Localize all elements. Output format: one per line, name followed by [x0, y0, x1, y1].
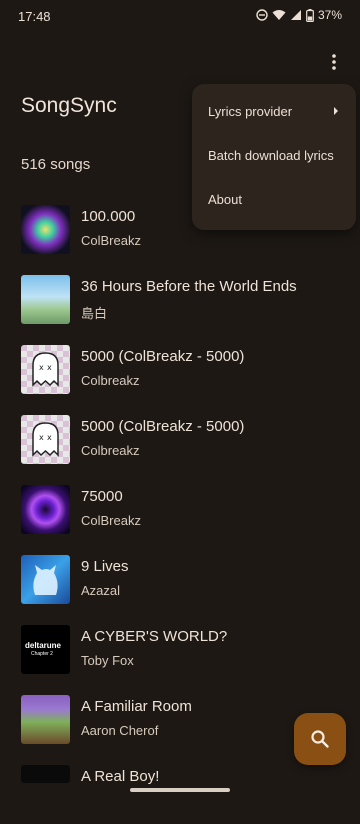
menu-item-about[interactable]: About	[192, 178, 356, 222]
album-art-subtext: Chapter 2	[31, 651, 53, 657]
search-button[interactable]	[294, 713, 346, 765]
overflow-menu: Lyrics provider Batch download lyrics Ab…	[192, 84, 356, 230]
menu-item-batch-download[interactable]: Batch download lyrics	[192, 134, 356, 178]
song-artist: Colbreakz	[81, 373, 140, 388]
song-title: 9 Lives	[81, 558, 129, 575]
status-time: 17:48	[18, 9, 51, 24]
song-artist: ColBreakz	[81, 233, 141, 248]
app-title: SongSync	[21, 94, 117, 117]
menu-item-label: Lyrics provider	[208, 104, 293, 119]
song-title: 5000 (ColBreakz - 5000)	[81, 418, 245, 435]
list-item[interactable]: 9 Lives Azazal	[0, 544, 360, 614]
chevron-right-icon	[334, 107, 338, 115]
song-artist: Colbreakz	[81, 443, 140, 458]
status-icons: 37%	[256, 8, 342, 22]
list-item[interactable]: deltarune Chapter 2 A CYBER'S WORLD? Tob…	[0, 614, 360, 684]
song-title: 36 Hours Before the World Ends	[81, 278, 297, 295]
album-art	[21, 555, 70, 604]
song-count: 516 songs	[21, 156, 91, 173]
song-artist: 島白	[81, 306, 108, 321]
list-item[interactable]: 75000 ColBreakz	[0, 474, 360, 544]
song-title: A CYBER'S WORLD?	[81, 628, 228, 645]
list-item[interactable]: xx 5000 (ColBreakz - 5000) Colbreakz	[0, 334, 360, 404]
battery-level: 37%	[317, 8, 342, 22]
menu-item-lyrics-provider[interactable]: Lyrics provider	[192, 90, 356, 134]
album-art: deltarune Chapter 2	[21, 625, 70, 674]
battery-icon	[306, 8, 314, 22]
search-icon	[311, 730, 329, 748]
svg-text:x: x	[39, 433, 44, 442]
song-title: A Familiar Room	[81, 698, 192, 715]
svg-text:x: x	[39, 363, 44, 372]
ghost-cat-icon	[33, 565, 58, 595]
album-art: xx	[21, 415, 70, 464]
more-vert-icon	[332, 54, 336, 70]
album-art	[21, 695, 70, 744]
list-item[interactable]: xx 5000 (ColBreakz - 5000) Colbreakz	[0, 404, 360, 474]
album-art: xx	[21, 345, 70, 394]
song-title: 5000 (ColBreakz - 5000)	[81, 348, 245, 365]
song-artist: ColBreakz	[81, 513, 141, 528]
menu-item-label: Batch download lyrics	[208, 148, 334, 163]
song-title: 75000	[81, 488, 123, 505]
song-title: A Real Boy!	[81, 768, 160, 785]
menu-item-label: About	[208, 192, 242, 207]
album-art-text: deltarune	[25, 641, 62, 650]
ghost-icon: xx	[32, 352, 59, 387]
album-art	[21, 765, 70, 783]
ghost-icon: xx	[32, 422, 59, 457]
wifi-icon	[272, 10, 286, 20]
song-artist: Toby Fox	[81, 653, 134, 668]
gesture-nav-handle[interactable]	[130, 788, 230, 792]
status-bar: 17:48 37%	[0, 0, 360, 32]
album-art	[21, 485, 70, 534]
svg-text:x: x	[47, 433, 52, 442]
album-art	[21, 205, 70, 254]
svg-text:x: x	[47, 363, 52, 372]
song-title: 100.000	[81, 208, 136, 225]
dnd-icon	[256, 9, 268, 21]
song-artist: Aaron Cherof	[81, 723, 159, 738]
album-art	[21, 275, 70, 324]
overflow-menu-button[interactable]	[322, 50, 346, 74]
signal-icon	[290, 10, 301, 20]
list-item[interactable]: 36 Hours Before the World Ends 島白	[0, 264, 360, 334]
song-artist: Azazal	[81, 583, 121, 598]
